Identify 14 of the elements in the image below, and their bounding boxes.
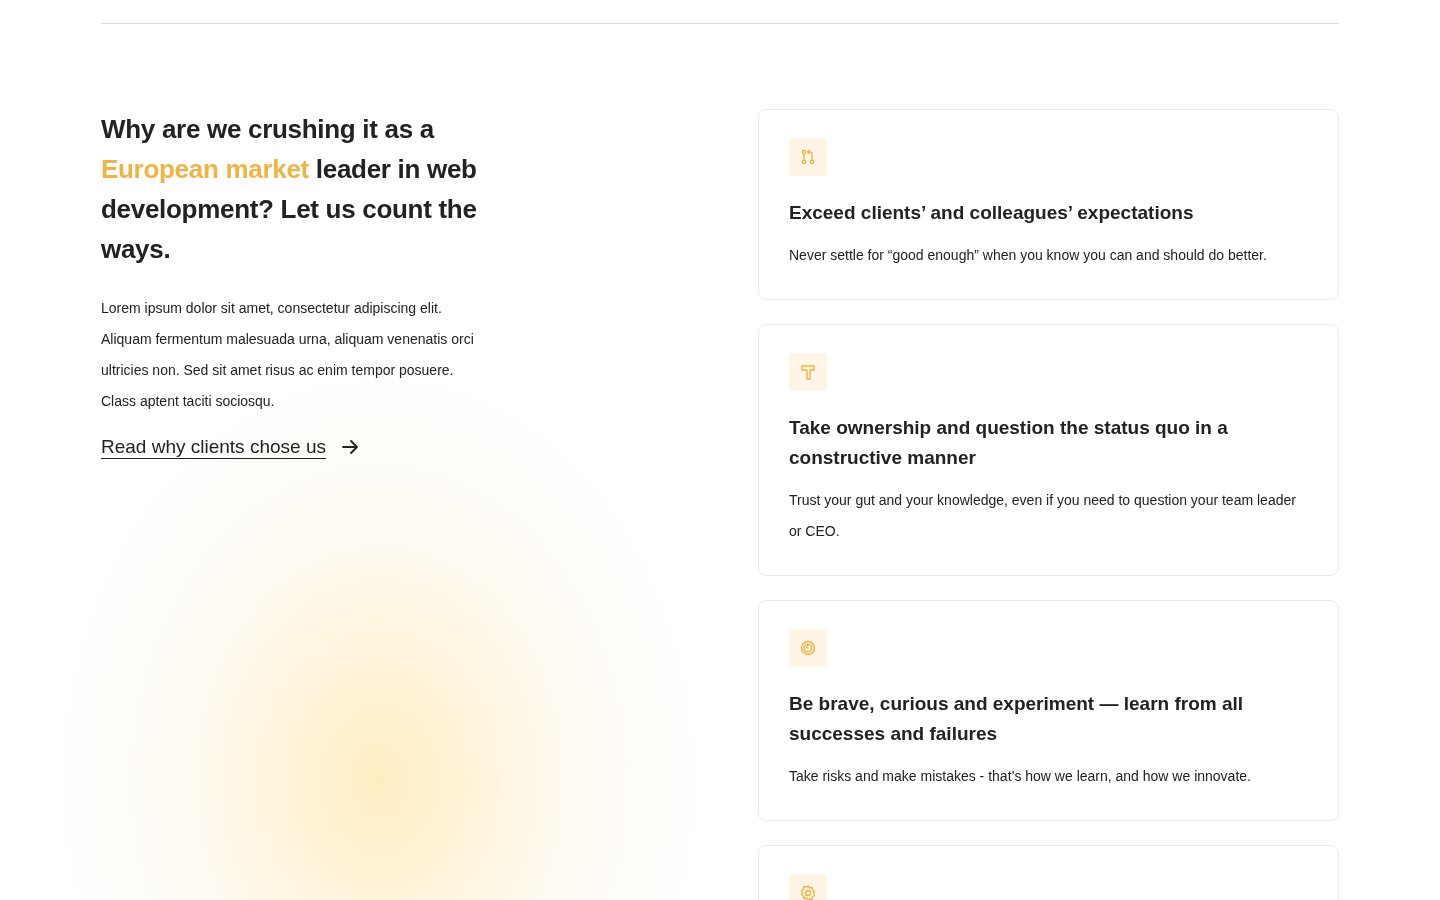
card-text: Never settle for “good enough” when you know you can and should do better. <box>789 246 1268 265</box>
hammer-icon <box>799 363 817 381</box>
read-more-link[interactable]: Read why clients chose us <box>101 433 326 462</box>
merge-icon <box>799 148 817 166</box>
section-heading: Why are we crushing it as a European market leader in web development? Let us count the ways. <box>101 113 478 266</box>
card-title: Exceed clients’ and colleagues’ expectations <box>789 201 1195 225</box>
card-text: Take risks and make mistakes - that’s how we learn, and how we innovate. <box>789 767 1252 786</box>
card-text: Trust your gut and your knowledge, even if you need to question your team leader or CEO. <box>789 491 1297 541</box>
intro-paragraph: Lorem ipsum dolor sit amet, consectetur adipiscing elit. Aliquam fermentum malesuada urna, aliquam venenatis orci ultricies non. Sed sit amet risus ac enim tempor posuere. Class aptent taciti sociosqu. <box>101 299 475 411</box>
card-title: Be brave, curious and experiment — learn from all successes and failures <box>789 692 1245 746</box>
spiral-icon <box>799 639 817 657</box>
gear-icon <box>799 884 817 900</box>
card-title: Take ownership and question the status quo in a constructive manner <box>789 416 1229 470</box>
arrow-right-icon <box>341 440 358 455</box>
